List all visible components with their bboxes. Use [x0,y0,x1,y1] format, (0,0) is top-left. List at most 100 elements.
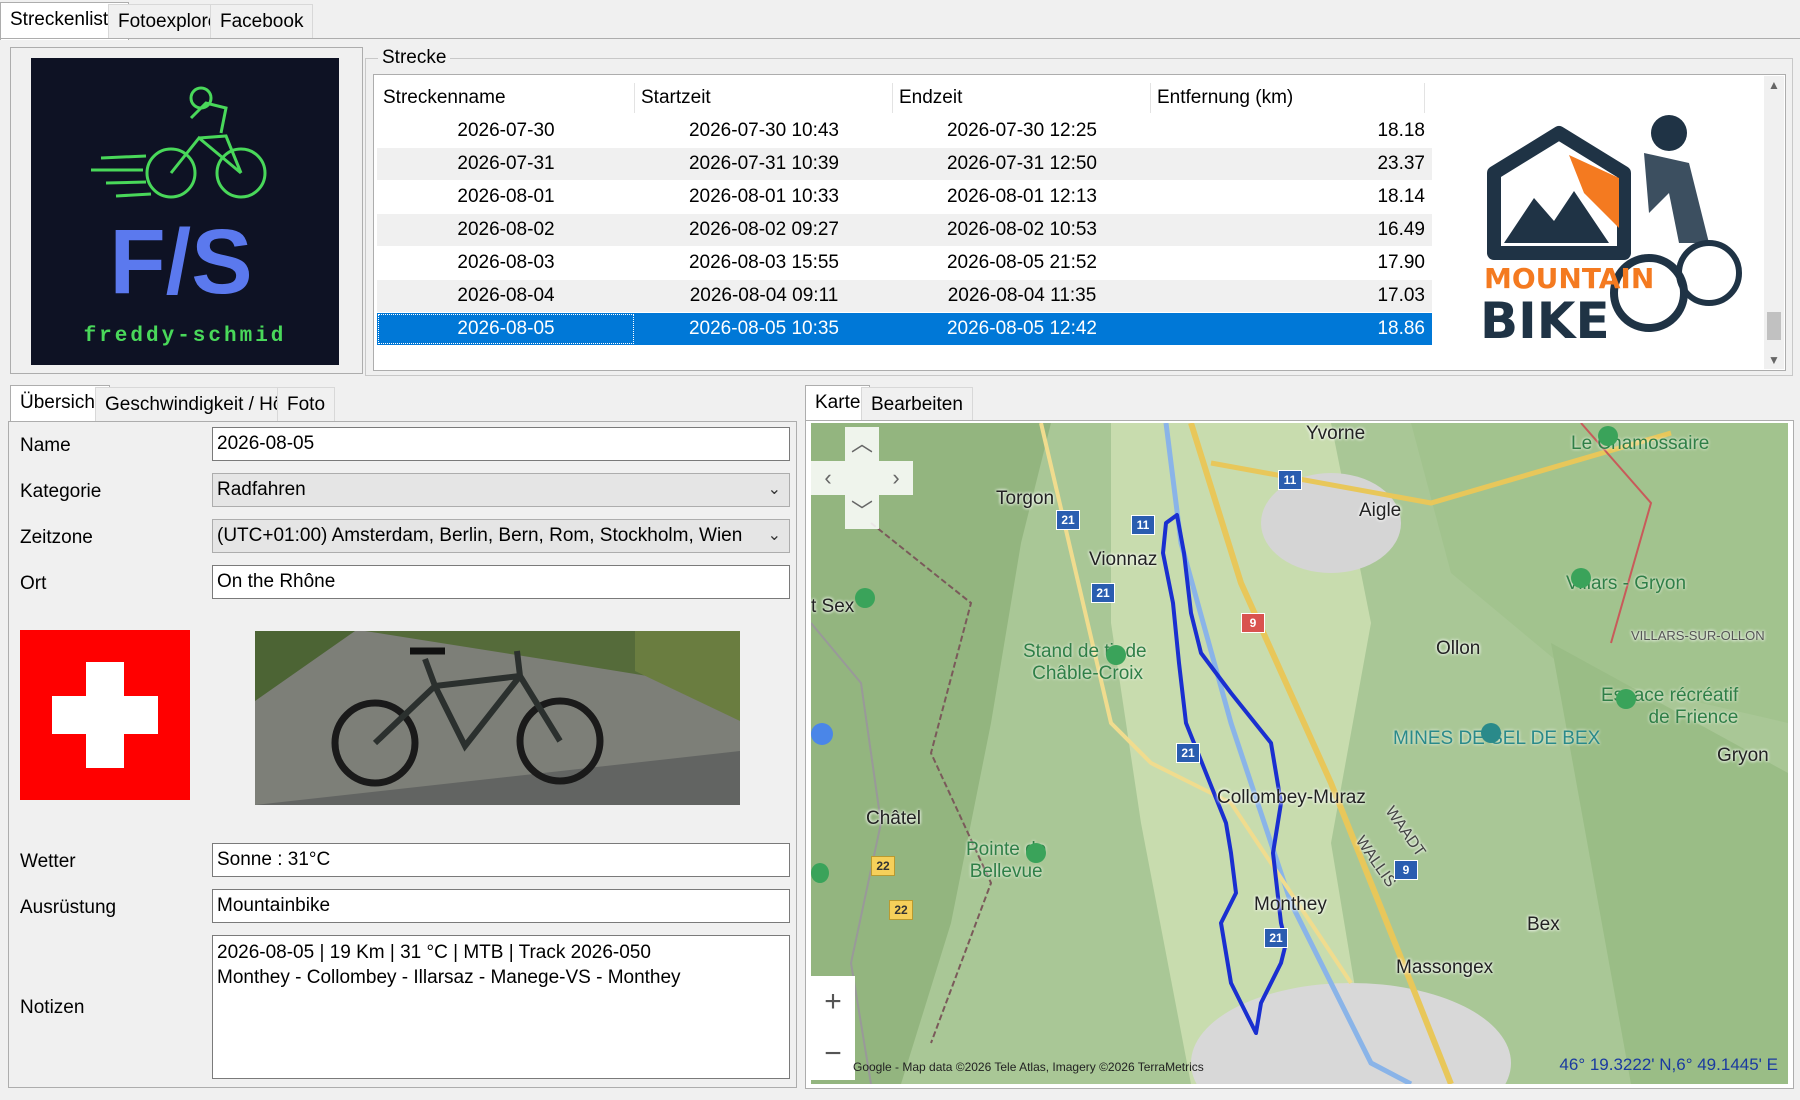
zeitzone-select[interactable]: (UTC+01:00) Amsterdam, Berlin, Bern, Rom… [212,519,790,553]
column-header-entfernung[interactable]: Entfernung (km) [1151,83,1425,113]
column-header-streckenname[interactable]: Streckenname [377,83,635,113]
wetter-field[interactable]: Sonne : 31°C [212,843,790,877]
tab-foto[interactable]: Foto [277,387,336,421]
table-cell: 2026-08-04 11:35 [947,285,1097,306]
map-marker-icon[interactable] [1616,689,1636,709]
table-cell: 2026-07-31 10:39 [688,153,839,174]
scroll-thumb[interactable] [1767,312,1781,340]
table-cell: 2026-08-03 15:55 [688,252,839,273]
map-marker-icon[interactable] [1026,843,1046,863]
mountain-bike-logo: MOUNTAIN BIKE [1474,93,1759,350]
table-cell: 2026-08-02 [457,219,555,240]
name-label: Name [20,435,71,456]
table-row[interactable]: 2026-08-05 2026-08-05 10:35 2026-08-05 12:… [377,313,1432,345]
road-shield: 9 [1241,613,1265,633]
road-shield: 21 [1056,510,1080,530]
road-shield: 11 [1278,470,1302,490]
place-label: Monthey [1254,894,1327,915]
swiss-flag-icon [20,630,190,800]
pan-right-icon[interactable]: › [879,461,913,495]
ausruestung-field[interactable]: Mountainbike [212,889,790,923]
table-cell: 2026-08-01 12:13 [946,186,1097,207]
table-row[interactable]: 2026-08-02 2026-08-02 09:27 2026-08-02 10:… [377,214,1432,246]
table-cell: 2026-08-03 [457,252,555,273]
place-label: Yvorne [1306,423,1366,444]
table-cell: 18.18 [1377,120,1425,141]
table-cell: 17.03 [1377,285,1425,306]
pan-down-icon[interactable]: ﹀ [845,495,879,529]
ausruestung-label: Ausrüstung [20,897,117,918]
road-shield: 22 [871,856,895,876]
place-label: Châtel [866,808,921,829]
strecke-group-label: Strecke [378,47,451,69]
scroll-down-icon[interactable]: ▼ [1764,353,1784,367]
table-cell: 17.90 [1377,252,1425,273]
table-row[interactable]: 2026-08-01 2026-08-01 10:33 2026-08-01 12:… [377,181,1432,213]
bike-photo[interactable] [255,631,740,805]
tab-bearbeiten[interactable]: Bearbeiten [861,387,973,421]
road-shield: 21 [1264,928,1288,948]
table-row[interactable]: 2026-07-31 2026-07-31 10:39 2026-07-31 12:… [377,148,1432,180]
poi-label: Le Chamossaire [1571,433,1710,454]
scroll-up-icon[interactable]: ▲ [1764,78,1784,92]
logo-initials: F/S [109,211,252,313]
table-cell: 2026-08-02 10:53 [946,219,1097,240]
place-label: Collombey-Muraz [1217,787,1366,808]
name-field[interactable]: 2026-08-05 [212,427,790,461]
map-coordinates: 46° 19.3222' N,6° 49.1445' E [1559,1055,1778,1074]
kategorie-select[interactable]: Radfahren ⌄ [212,473,790,507]
kategorie-label: Kategorie [20,481,102,502]
map-marker-icon[interactable] [1598,426,1618,446]
table-cell: 2026-07-31 12:50 [946,153,1097,174]
column-header-startzeit[interactable]: Startzeit [635,83,893,113]
table-cell: 2026-07-30 [457,120,555,141]
pan-up-icon[interactable]: ︿ [845,427,879,461]
zeitzone-label: Zeitzone [20,527,93,548]
list-scrollbar[interactable]: ▲ ▼ [1764,76,1784,369]
ort-field[interactable]: On the Rhône [212,565,790,599]
map-marker-icon[interactable] [811,723,833,745]
zeitzone-value: (UTC+01:00) Amsterdam, Berlin, Bern, Rom… [217,525,743,546]
mountain-bike-icon: MOUNTAIN BIKE [1480,115,1742,350]
map-marker-icon[interactable] [1481,723,1501,743]
kategorie-value: Radfahren [217,479,306,500]
map-attribution: Google - Map data ©2026 Tele Atlas, Imag… [853,1060,1204,1074]
place-label: Torgon [996,488,1055,509]
table-cell: 2026-08-02 09:27 [688,219,839,240]
logo-mountain-text: MOUNTAIN [1484,262,1654,295]
tab-facebook[interactable]: Facebook [210,4,314,38]
table-cell: 2026-08-05 21:52 [946,252,1097,273]
place-label: Ollon [1436,638,1481,659]
pan-center[interactable] [845,461,879,495]
column-header-endzeit[interactable]: Endzeit [893,83,1151,113]
wetter-label: Wetter [20,851,76,872]
table-cell: 2026-08-05 10:35 [688,318,839,339]
table-cell: 2026-07-31 [457,153,555,174]
chevron-down-icon[interactable]: ⌄ [768,474,781,506]
pan-left-icon[interactable]: ‹ [811,461,845,495]
table-row[interactable]: 2026-08-04 2026-08-04 09:11 2026-08-04 11:… [377,280,1432,312]
map-marker-icon[interactable] [1106,645,1126,665]
map-view[interactable]: ︿ ‹ › ﹀ + − Yvorne Torgon Aigle Vionnaz … [811,423,1788,1084]
notizen-label: Notizen [20,997,85,1018]
notizen-line-1: 2026-08-05 | 19 Km | 31 °C | MTB | Track… [217,942,651,963]
zoom-in-button[interactable]: + [811,976,855,1028]
table-row[interactable]: 2026-07-30 2026-07-30 10:43 2026-07-30 12:… [377,115,1432,147]
chevron-down-icon[interactable]: ⌄ [768,520,781,552]
place-label: VILLARS-SUR-OLLON [1631,628,1765,643]
bike-photo-image [255,631,740,805]
notizen-textarea[interactable]: 2026-08-05 | 19 Km | 31 °C | MTB | Track… [212,935,790,1079]
map-marker-icon[interactable] [811,863,829,883]
table-cell: 16.49 [1377,219,1425,240]
road-shield: 11 [1131,515,1155,535]
road-shield: 21 [1091,583,1115,603]
user-logo: F/S freddy-schmid [31,58,339,365]
logo-bike-text: BIKE [1480,292,1610,348]
zoom-out-button[interactable]: − [811,1028,855,1080]
table-cell: 2026-07-30 12:25 [946,120,1097,141]
track-list[interactable]: Streckenname Startzeit Endzeit Entfernun… [373,74,1786,371]
map-marker-icon[interactable] [1571,568,1591,588]
map-marker-icon[interactable] [855,588,875,608]
table-cell: 2026-08-05 12:42 [946,318,1097,339]
table-row[interactable]: 2026-08-03 2026-08-03 15:55 2026-08-05 21:… [377,247,1432,279]
